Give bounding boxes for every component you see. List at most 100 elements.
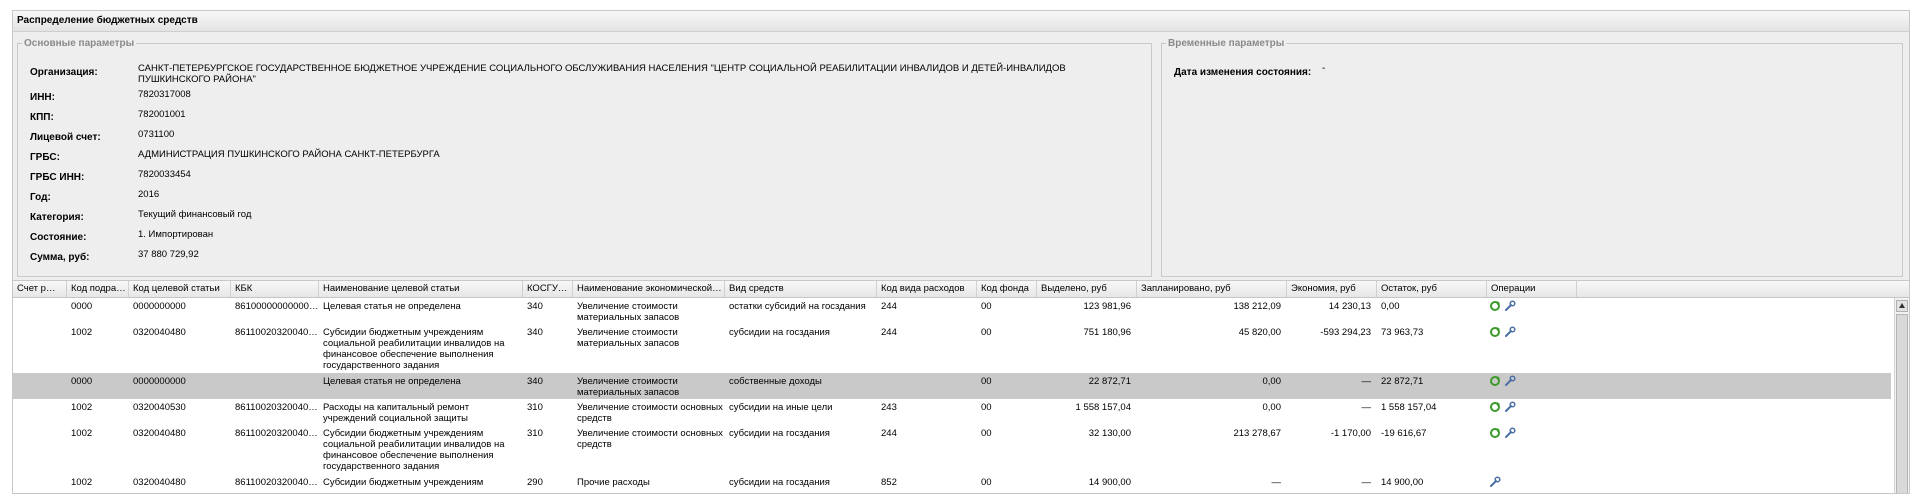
field-value: 2016 bbox=[138, 189, 160, 200]
wrench-icon[interactable] bbox=[1504, 326, 1516, 338]
scroll-up-arrow-icon[interactable] bbox=[1896, 300, 1908, 312]
wrench-icon[interactable] bbox=[1504, 375, 1516, 387]
column-header-savings[interactable]: Экономия, руб bbox=[1287, 281, 1377, 297]
field-value: Текущий финансовый год bbox=[138, 209, 252, 220]
column-header-operations[interactable]: Операции bbox=[1487, 281, 1577, 297]
cell-expense-code: 852 bbox=[881, 477, 897, 488]
cell-remainder: 22 872,71 bbox=[1381, 376, 1424, 387]
field-label: ИНН: bbox=[30, 92, 55, 103]
cell-target-name: Расходы на капитальный ремонт учреждений… bbox=[323, 402, 470, 424]
time-params-legend: Временные параметры bbox=[1168, 38, 1285, 49]
column-header-target-code[interactable]: Код целевой статьи bbox=[129, 281, 231, 297]
field-label: ГРБС: bbox=[30, 152, 60, 163]
table-row[interactable]: 1002 0320040480 86110020320040… Субсидии бю… bbox=[13, 324, 1891, 374]
cell-fund-code: 00 bbox=[981, 301, 992, 312]
cell-remainder: -19 616,67 bbox=[1381, 428, 1427, 439]
cell-funds-type: субсидии на госздания bbox=[729, 477, 830, 488]
field-label: Состояние: bbox=[30, 232, 87, 243]
cell-kosgu: 340 bbox=[527, 301, 543, 312]
field-value: 37 880 729,92 bbox=[138, 249, 199, 260]
field-value: САНКТ-ПЕТЕРБУРГСКОЕ ГОСУДАРСТВЕННОЕ БЮДЖ… bbox=[138, 63, 1066, 85]
field-value: 782001001 bbox=[138, 109, 186, 120]
cell-funds-type: собственные доходы bbox=[729, 376, 822, 387]
cell-econ-name: Увеличение стоимости основных средств bbox=[577, 402, 723, 424]
field-label: Лицевой счет: bbox=[30, 132, 101, 143]
column-header-account[interactable]: Счет р… bbox=[13, 281, 67, 297]
cell-target-code: 0320040480 bbox=[133, 477, 186, 488]
column-header-fund-code[interactable]: Код фонда bbox=[977, 281, 1037, 297]
budget-grid: Счет р… Код подра… Код целевой статьи КБК На… bbox=[13, 280, 1909, 493]
cell-target-name: Субсидии бюджетным учреждениям социально… bbox=[323, 327, 505, 371]
column-header-expense-code[interactable]: Код вида расходов bbox=[877, 281, 977, 297]
cell-expense-code: 244 bbox=[881, 301, 897, 312]
cell-target-name: Целевая статья не определена bbox=[323, 376, 461, 387]
cell-target-code: 0320040480 bbox=[133, 327, 186, 338]
table-row[interactable]: 0000 0000000000 Целевая статья не определе… bbox=[13, 373, 1891, 400]
cell-expense-code: 243 bbox=[881, 402, 897, 413]
refresh-icon[interactable] bbox=[1489, 375, 1501, 387]
field-value: 7820317008 bbox=[138, 89, 191, 100]
cell-fund-code: 00 bbox=[981, 428, 992, 439]
table-row[interactable]: 0000 0000000000 86100000000000… Целевая ста… bbox=[13, 298, 1891, 325]
main-params-legend: Основные параметры bbox=[24, 38, 135, 49]
refresh-icon[interactable] bbox=[1489, 427, 1501, 439]
column-header-target-name[interactable]: Наименование целевой статьи bbox=[319, 281, 523, 297]
cell-kbk bbox=[231, 376, 319, 398]
field-label: ГРБС ИНН: bbox=[30, 172, 85, 183]
column-header-planned[interactable]: Запланировано, руб bbox=[1137, 281, 1287, 297]
field-value: 7820033454 bbox=[138, 169, 191, 180]
cell-planned: 213 278,67 bbox=[1233, 428, 1281, 439]
column-header-kosgu[interactable]: КОСГУ… bbox=[523, 281, 573, 297]
cell-fund-code: 00 bbox=[981, 376, 992, 387]
cell-target-name: Целевая статья не определена bbox=[323, 301, 461, 312]
cell-expense-code: 244 bbox=[881, 327, 897, 338]
column-header-allocated[interactable]: Выделено, руб bbox=[1037, 281, 1137, 297]
cell-subdivision: 1002 bbox=[71, 428, 93, 439]
cell-savings: -1 170,00 bbox=[1330, 428, 1371, 439]
refresh-icon[interactable] bbox=[1489, 401, 1501, 413]
row-operations bbox=[1489, 375, 1516, 387]
row-operations bbox=[1489, 326, 1516, 338]
cell-remainder: 14 900,00 bbox=[1381, 477, 1424, 488]
field-label: Категория: bbox=[30, 212, 84, 223]
refresh-icon[interactable] bbox=[1489, 300, 1501, 312]
cell-remainder: 0,00 bbox=[1381, 301, 1400, 312]
time-params-fieldset: Временные параметры Дата изменения состо… bbox=[1161, 38, 1903, 277]
cell-kbk: 86110020320040… bbox=[235, 477, 318, 488]
column-header-subdivision[interactable]: Код подра… bbox=[67, 281, 129, 297]
row-operations bbox=[1489, 476, 1501, 488]
cell-savings: — bbox=[1361, 402, 1372, 413]
panel-title: Распределение бюджетных средств bbox=[13, 11, 1909, 32]
wrench-icon[interactable] bbox=[1504, 401, 1516, 413]
cell-kosgu: 310 bbox=[527, 428, 543, 439]
grid-scrollbar[interactable] bbox=[1894, 298, 1909, 493]
cell-expense-code bbox=[877, 376, 977, 398]
row-operations bbox=[1489, 427, 1516, 439]
column-header-kbk[interactable]: КБК bbox=[231, 281, 319, 297]
scrollbar-thumb[interactable] bbox=[1896, 314, 1908, 493]
column-header-econ-name[interactable]: Наименование экономической … bbox=[573, 281, 725, 297]
table-row[interactable]: 1002 0320040480 86110020320040… Субсидии бю… bbox=[13, 474, 1891, 493]
cell-kbk: 86110020320040… bbox=[235, 428, 318, 439]
cell-subdivision: 0000 bbox=[71, 376, 93, 387]
column-header-remainder[interactable]: Остаток, руб bbox=[1377, 281, 1487, 297]
field-label: КПП: bbox=[30, 112, 54, 123]
cell-target-name: Субсидии бюджетным учреждениям социально… bbox=[323, 428, 505, 472]
refresh-icon[interactable] bbox=[1489, 326, 1501, 338]
wrench-icon[interactable] bbox=[1489, 476, 1501, 488]
field-label: Год: bbox=[30, 192, 51, 203]
cell-fund-code: 00 bbox=[981, 402, 992, 413]
column-header-funds-type[interactable]: Вид средств bbox=[725, 281, 877, 297]
cell-allocated: 14 900,00 bbox=[1088, 477, 1131, 488]
cell-kbk: 86110020320040… bbox=[235, 402, 318, 413]
cell-kosgu: 340 bbox=[527, 327, 543, 338]
cell-remainder: 1 558 157,04 bbox=[1381, 402, 1437, 413]
cell-savings: — bbox=[1361, 477, 1372, 488]
wrench-icon[interactable] bbox=[1504, 300, 1516, 312]
wrench-icon[interactable] bbox=[1504, 427, 1516, 439]
table-row[interactable]: 1002 0320040480 86110020320040… Субсидии бю… bbox=[13, 425, 1891, 475]
table-row[interactable]: 1002 0320040530 86110020320040… Расходы на … bbox=[13, 399, 1891, 426]
cell-funds-type: остатки субсидий на госздания bbox=[729, 301, 866, 312]
cell-target-code: 0000000000 bbox=[133, 376, 186, 387]
cell-allocated: 22 872,71 bbox=[1088, 376, 1131, 387]
